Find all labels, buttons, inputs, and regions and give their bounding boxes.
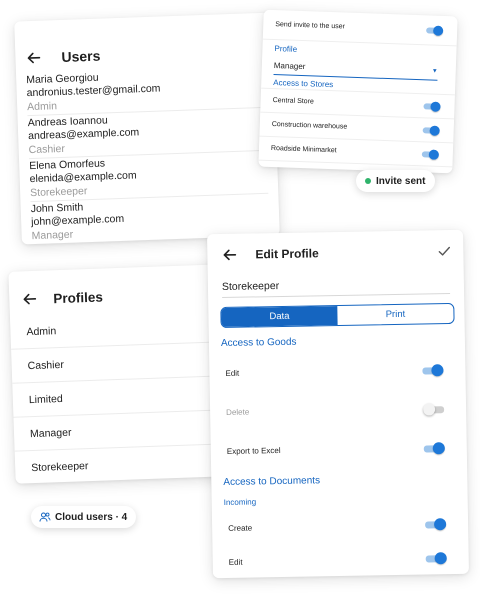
permission-label: Edit bbox=[228, 557, 243, 567]
users-screen: Users Maria Georgiou andronius.tester@gm… bbox=[14, 12, 280, 245]
chevron-down-icon: ▼ bbox=[431, 68, 438, 75]
permission-row: Edit bbox=[209, 350, 466, 393]
store-name: Construction warehouse bbox=[271, 121, 348, 131]
cloud-users-text: Cloud users · 4 bbox=[55, 511, 128, 523]
invite-sent-badge: Invite sent bbox=[356, 170, 436, 192]
invite-sent-text: Invite sent bbox=[376, 175, 426, 187]
edit-profile-appbar: Edit Profile bbox=[207, 230, 464, 268]
back-arrow-icon[interactable] bbox=[221, 247, 237, 263]
permission-row: Create bbox=[212, 507, 469, 545]
send-invite-toggle[interactable] bbox=[426, 25, 444, 36]
status-dot-icon bbox=[365, 178, 371, 184]
send-invite-label: Send invite to the user bbox=[275, 21, 346, 31]
back-arrow-icon[interactable] bbox=[21, 291, 38, 308]
profile-list-item[interactable]: Storekeeper bbox=[14, 444, 229, 484]
edit-goods-toggle[interactable] bbox=[422, 363, 444, 376]
export-excel-toggle[interactable] bbox=[423, 441, 445, 454]
users-appbar: Users bbox=[14, 13, 274, 74]
store-name: Central Store bbox=[272, 97, 314, 106]
create-documents-toggle[interactable] bbox=[425, 518, 447, 531]
store-toggle[interactable] bbox=[423, 101, 441, 112]
user-list: Maria Georgiou andronius.tester@gmail.co… bbox=[16, 64, 280, 245]
page-title: Edit Profile bbox=[255, 246, 319, 262]
check-icon[interactable] bbox=[437, 244, 451, 258]
store-toggle[interactable] bbox=[422, 125, 440, 136]
tab-switcher: Data Print bbox=[220, 302, 455, 329]
page-title: Profiles bbox=[53, 289, 104, 306]
permission-row: Edit bbox=[212, 541, 469, 578]
permission-row: Delete bbox=[210, 389, 467, 432]
tab-print[interactable]: Print bbox=[337, 304, 453, 325]
delete-goods-toggle[interactable] bbox=[422, 402, 445, 416]
profiles-appbar: Profiles bbox=[8, 264, 222, 315]
cloud-users-badge: Cloud users · 4 bbox=[31, 506, 137, 528]
edit-profile-screen: Edit Profile Storekeeper Data Print Acce… bbox=[207, 229, 469, 579]
users-icon bbox=[39, 511, 51, 523]
profiles-screen: Profiles Admin Cashier Limited Manager S… bbox=[8, 264, 229, 484]
profile-name-field[interactable]: Storekeeper bbox=[221, 272, 451, 299]
page-title: Users bbox=[61, 47, 101, 65]
permission-label: Edit bbox=[225, 368, 240, 378]
permission-label: Delete bbox=[226, 407, 250, 417]
profile-select-value: Manager bbox=[273, 61, 306, 72]
permission-row: Export to Excel bbox=[210, 428, 467, 471]
store-name: Roadside Minimarket bbox=[270, 144, 337, 155]
permission-label: Create bbox=[228, 523, 253, 533]
edit-documents-toggle[interactable] bbox=[425, 552, 447, 565]
permission-label: Export to Excel bbox=[226, 446, 281, 456]
store-toggle[interactable] bbox=[421, 149, 440, 160]
back-arrow-icon[interactable] bbox=[25, 50, 42, 67]
tab-data[interactable]: Data bbox=[221, 305, 338, 328]
invite-user-screen: Send invite to the user Profile Manager … bbox=[258, 9, 458, 174]
